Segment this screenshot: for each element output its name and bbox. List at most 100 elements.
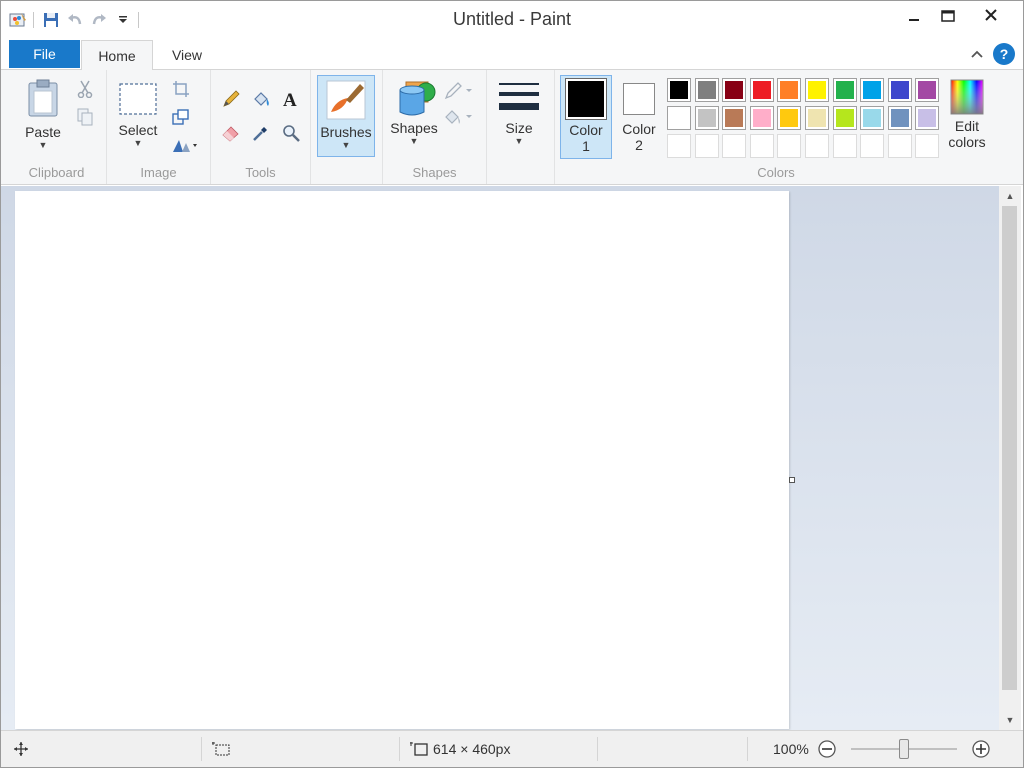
minimize-button[interactable] [899,1,929,31]
title-bar: Untitled - Paint [1,1,1023,39]
ribbon-tabs: File Home View ? [1,39,1023,70]
palette-swatch[interactable] [860,106,884,130]
palette-swatch-fill [918,109,936,127]
palette-swatch[interactable] [805,106,829,130]
close-button[interactable] [963,1,1019,29]
rotate-icon[interactable] [169,134,199,156]
help-icon[interactable]: ? [993,43,1015,65]
palette-swatch[interactable] [833,78,857,102]
window-title: Untitled - Paint [452,9,572,29]
palette-swatch[interactable] [860,78,884,102]
palette-swatch[interactable] [777,78,801,102]
selection-size-icon [211,731,231,767]
scroll-down-icon[interactable]: ▼ [999,710,1021,730]
palette-custom-slot[interactable] [695,134,719,158]
palette-swatch[interactable] [915,106,939,130]
palette-swatch[interactable] [915,78,939,102]
palette-swatch[interactable] [750,78,774,102]
select-label: Select [118,122,158,138]
palette-custom-slot[interactable] [833,134,857,158]
tools-group-label: Tools [245,165,276,180]
tools-group: A Tools [211,70,311,184]
palette-custom-slot[interactable] [915,134,939,158]
palette-swatch[interactable] [722,78,746,102]
tab-view[interactable]: View [153,40,221,70]
zoom-slider-thumb[interactable] [899,739,909,759]
magnifier-icon[interactable] [279,122,303,144]
resize-icon[interactable] [169,106,193,128]
outline-icon[interactable] [443,80,475,102]
image-size-icon [410,742,428,756]
cut-icon[interactable] [73,78,97,100]
eraser-icon[interactable] [219,122,243,144]
edit-colors-label: Edit colors [948,118,986,150]
palette-swatch[interactable] [777,106,801,130]
tab-home[interactable]: Home [81,40,153,70]
palette-swatch[interactable] [833,106,857,130]
scrollbar-thumb[interactable] [1002,206,1017,690]
palette-custom-slot[interactable] [750,134,774,158]
palette-custom-slot[interactable] [722,134,746,158]
palette-swatch[interactable] [667,106,691,130]
color2-button[interactable]: Color 2 [614,75,664,159]
palette-swatch[interactable] [667,78,691,102]
palette-swatch-fill [698,81,716,99]
canvas-resize-handle[interactable] [789,477,795,483]
shape-fill-icon[interactable] [443,106,475,128]
edit-colors-button[interactable]: Edit colors [943,78,991,150]
palette-swatch-fill [891,81,909,99]
palette-swatch[interactable] [695,78,719,102]
scroll-up-icon[interactable]: ▲ [999,186,1021,206]
brush-icon [326,80,366,120]
shapes-button[interactable]: Shapes ▼ [387,78,441,146]
crop-icon[interactable] [169,78,193,100]
palette-swatch-fill [698,109,716,127]
palette-swatch-fill [670,81,688,99]
palette-swatch[interactable] [695,106,719,130]
select-button[interactable]: Select ▼ [113,82,163,148]
size-dropdown-icon: ▼ [514,136,524,146]
size-button[interactable]: Size ▼ [495,78,543,146]
size-label: Size [505,120,533,136]
paste-button[interactable]: Paste ▼ [19,78,67,150]
cursor-position-icon [13,731,29,767]
color-picker-icon[interactable] [249,122,273,144]
palette-swatch[interactable] [750,106,774,130]
palette-swatch[interactable] [888,106,912,130]
brushes-label: Brushes [320,124,372,140]
palette-custom-slot[interactable] [860,134,884,158]
palette-custom-slot[interactable] [888,134,912,158]
zoom-out-button[interactable] [817,731,837,767]
palette-custom-slot[interactable] [805,134,829,158]
status-bar: 614 × 460px 100% [1,730,1023,767]
color1-button[interactable]: Color 1 [560,75,612,159]
text-icon[interactable]: A [279,88,303,110]
vertical-scrollbar[interactable]: ▲ ▼ [999,186,1021,730]
tab-extras: ? [967,43,1015,65]
copy-icon[interactable] [73,106,97,128]
status-divider [747,737,748,761]
size-group: Size ▼ [487,70,555,184]
palette-swatch[interactable] [888,78,912,102]
fill-icon[interactable] [249,88,273,110]
color2-label: Color 2 [622,121,656,153]
palette-custom-slot[interactable] [667,134,691,158]
palette-custom-slot[interactable] [777,134,801,158]
palette-swatch-fill [670,109,688,127]
select-icon [119,83,157,115]
palette-swatch[interactable] [722,106,746,130]
paste-label: Paste [25,124,61,140]
brushes-button[interactable]: Brushes ▼ [317,75,375,157]
brushes-dropdown-icon: ▼ [341,140,351,150]
palette-swatch-fill [725,109,743,127]
maximize-button[interactable] [933,1,963,31]
palette-swatch[interactable] [805,78,829,102]
shapes-group-label: Shapes [412,165,457,180]
palette-swatch-fill [725,81,743,99]
tab-file[interactable]: File [9,40,80,68]
zoom-in-button[interactable] [971,731,991,767]
drawing-canvas[interactable] [15,191,789,729]
minimize-ribbon-icon[interactable] [967,44,987,64]
pencil-icon[interactable] [219,88,243,110]
paste-icon [28,79,58,117]
